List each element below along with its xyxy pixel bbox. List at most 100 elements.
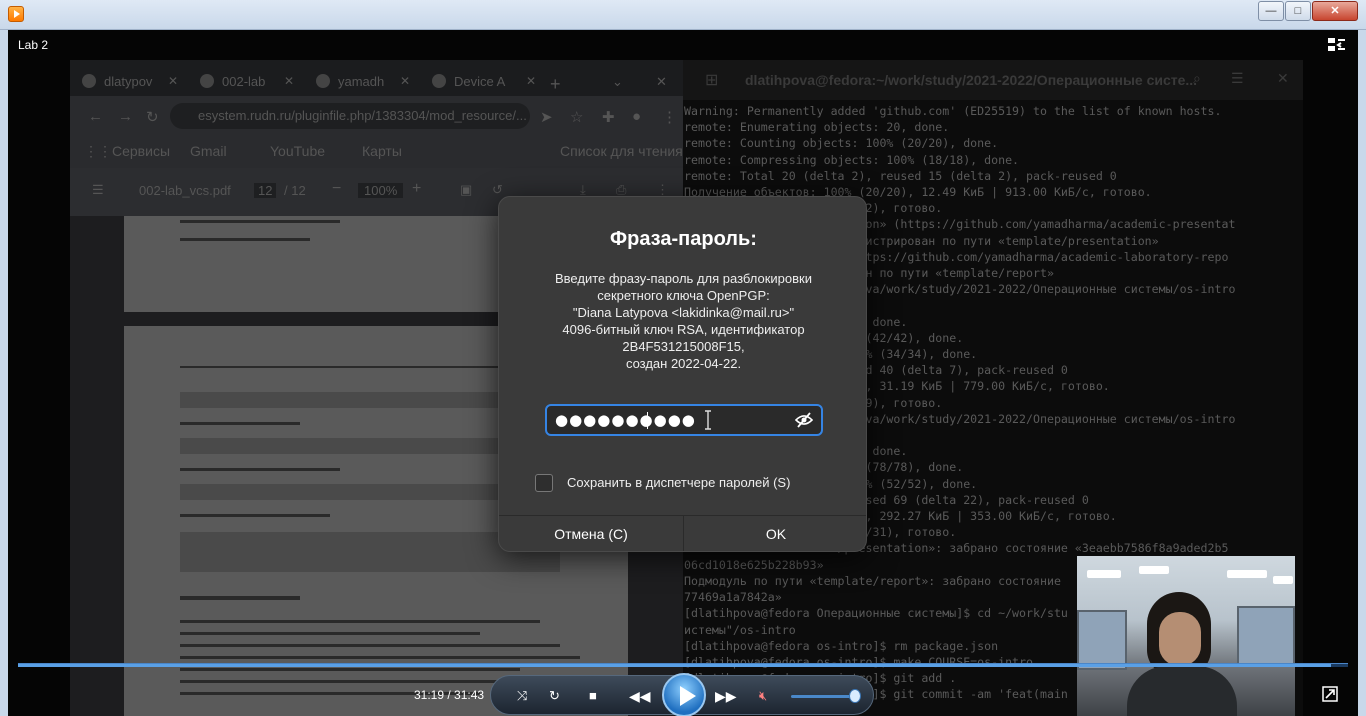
tab-close-icon[interactable]: ✕: [168, 74, 178, 88]
url-field[interactable]: esystem.rudn.ru/pluginfile.php/1383304/m…: [170, 103, 530, 129]
terminal-line: remote: Compressing objects: 100% (18/18…: [684, 152, 1020, 167]
zoom-out-icon[interactable]: −: [332, 180, 341, 198]
pdf-icon: [200, 74, 214, 88]
message-line: Введите фразу-пароль для разблокировки: [555, 271, 812, 286]
collapse-view-icon[interactable]: [1328, 38, 1346, 52]
apps-grid-icon[interactable]: ⋮⋮: [84, 143, 112, 160]
address-bar-row: ← → ↻ esystem.rudn.ru/pluginfile.php/138…: [70, 96, 683, 136]
text-caret: [647, 412, 648, 429]
tab-search-icon[interactable]: ⌄: [612, 66, 623, 96]
mute-icon[interactable]: 🔇︎: [759, 688, 767, 704]
browser-tabstrip: dlatypov ✕ 002-lab ✕ yamadh ✕ Device A ✕…: [70, 60, 683, 96]
terminal-title: dlatihpova@fedora:~/work/study/2021-2022…: [745, 72, 1198, 88]
video-area[interactable]: Lab 2 dlatypov ✕ 002-lab ✕ yamadh ✕ Devi…: [8, 30, 1358, 716]
pdf-zoom-field[interactable]: 100%: [358, 183, 404, 198]
search-icon[interactable]: ⌕: [1193, 70, 1201, 87]
video-title: Lab 2: [18, 38, 49, 52]
minimize-button[interactable]: —: [1258, 1, 1284, 21]
playback-controls: ⤨ ↻ ■ ◀◀ ▶▶ 🔇︎: [490, 673, 874, 716]
webcam-overlay: [1077, 556, 1295, 716]
time-readout: 31:19 / 31:43: [414, 688, 485, 702]
back-icon[interactable]: ←: [88, 108, 103, 125]
message-line: создан 2022-04-22.: [625, 356, 742, 371]
github-icon: [82, 74, 96, 88]
close-icon[interactable]: ✕: [1277, 70, 1289, 87]
text-cursor-icon: [705, 410, 711, 430]
browser-tab[interactable]: yamadh ✕: [308, 66, 416, 96]
bookmark-item[interactable]: YouTube: [270, 143, 325, 159]
terminal-line: remote: Total 20 (delta 2), reused 15 (d…: [684, 168, 1117, 183]
bookmark-item[interactable]: Сервисы: [112, 143, 170, 159]
profile-icon[interactable]: ●: [632, 108, 641, 125]
share-icon[interactable]: ➤: [540, 108, 553, 126]
seek-progress: [18, 664, 1331, 667]
tab-close-icon[interactable]: ✕: [400, 74, 410, 88]
window-titlebar: — □ ✕: [0, 0, 1366, 30]
terminal-line: remote: Enumerating objects: 20, done.: [684, 120, 950, 135]
save-password-checkbox[interactable]: [535, 474, 553, 492]
menu-icon[interactable]: ⋮: [662, 108, 677, 126]
fit-page-icon[interactable]: ▣: [460, 182, 472, 198]
play-button[interactable]: [662, 673, 706, 716]
message-line: 2B4F531215008F15,: [622, 339, 745, 354]
menu-icon[interactable]: ☰: [1231, 70, 1244, 87]
repeat-icon[interactable]: ↻: [549, 688, 560, 704]
shuffle-icon[interactable]: ⤨: [517, 688, 527, 704]
tab-label: yamadh: [338, 74, 385, 89]
hide-password-icon[interactable]: [795, 412, 813, 428]
volume-knob[interactable]: [849, 689, 861, 703]
maximize-button[interactable]: □: [1285, 1, 1311, 21]
video-top-bar: Lab 2: [8, 30, 1358, 60]
seek-bar[interactable]: [18, 663, 1348, 667]
close-button[interactable]: ✕: [1312, 1, 1358, 21]
forward-icon[interactable]: →: [118, 108, 133, 125]
terminal-line: Warning: Permanently added 'github.com' …: [684, 104, 1222, 118]
passphrase-mask: ●●●●●●●●●●: [555, 411, 696, 429]
message-line: 4096-битный ключ RSA, идентификатор: [562, 322, 805, 337]
extensions-icon[interactable]: ✚: [602, 108, 615, 126]
dialog-message: Введите фразу-пароль для разблокировки с…: [519, 270, 848, 372]
github-icon: [316, 74, 330, 88]
bookmark-item[interactable]: Gmail: [190, 143, 227, 159]
message-line: "Diana Latypova <lakidinka@mail.ru>": [572, 305, 795, 320]
hamburger-icon[interactable]: ☰: [92, 182, 104, 198]
fast-forward-icon[interactable]: ▶▶: [715, 688, 737, 705]
pdf-filename: 002-lab_vcs.pdf: [139, 183, 231, 198]
terminal-header: ⊞ dlatihpova@fedora:~/work/study/2021-20…: [683, 60, 1303, 100]
fullscreen-icon[interactable]: [1322, 686, 1338, 702]
github-icon: [432, 74, 446, 88]
reading-list-item[interactable]: Список для чтения: [560, 143, 683, 159]
bookmark-item[interactable]: Карты: [362, 143, 402, 159]
browser-tab[interactable]: Device A ✕: [424, 66, 542, 96]
media-player-app-icon: [8, 6, 24, 22]
ok-button[interactable]: OK: [684, 516, 866, 551]
browser-tab[interactable]: 002-lab ✕: [192, 66, 300, 96]
message-line: секретного ключа OpenPGP:: [597, 288, 770, 303]
pdf-page-total: / 12: [284, 183, 306, 198]
star-icon[interactable]: ☆: [570, 108, 583, 126]
person-face: [1159, 612, 1201, 666]
rewind-icon[interactable]: ◀◀: [629, 688, 651, 705]
tab-label: Device A: [454, 74, 506, 89]
rotate-icon[interactable]: ↺: [492, 182, 503, 198]
tab-close-icon[interactable]: ✕: [284, 74, 294, 88]
volume-slider[interactable]: [791, 695, 857, 698]
person-body: [1127, 666, 1237, 716]
pdf-page-input[interactable]: 12: [254, 183, 277, 198]
new-tab-button[interactable]: +: [540, 66, 561, 96]
stop-icon[interactable]: ■: [589, 688, 597, 703]
cancel-button[interactable]: Отмена (C): [499, 516, 683, 551]
passphrase-input[interactable]: ●●●●●●●●●●: [545, 404, 823, 436]
window-close-icon[interactable]: ✕: [656, 66, 667, 96]
zoom-in-icon[interactable]: +: [412, 180, 421, 198]
bookmarks-bar: ⋮⋮ Сервисы Gmail YouTube Карты Список дл…: [70, 136, 683, 168]
reload-icon[interactable]: ↻: [146, 108, 159, 126]
save-password-label[interactable]: Сохранить в диспетчере паролей (S): [567, 475, 790, 490]
passphrase-dialog: Фраза-пароль: Введите фразу-пароль для р…: [498, 196, 867, 552]
tab-label: 002-lab: [222, 74, 266, 89]
tab-close-icon[interactable]: ✕: [526, 74, 536, 88]
new-tab-icon[interactable]: ⊞: [705, 70, 718, 90]
tab-label: dlatypov: [104, 74, 153, 89]
browser-tab[interactable]: dlatypov ✕: [74, 66, 184, 96]
terminal-line: remote: Counting objects: 100% (20/20), …: [684, 136, 999, 151]
